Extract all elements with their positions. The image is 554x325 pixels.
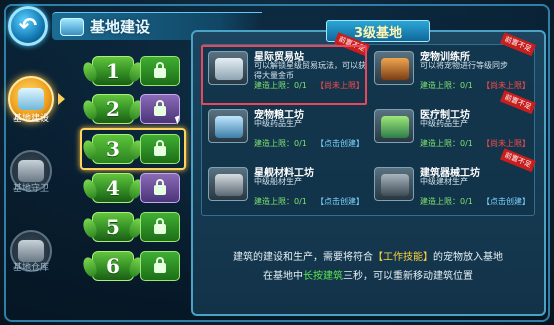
lock-icon (154, 140, 166, 156)
level-badge[interactable]: 5 (92, 212, 134, 242)
lock-icon (154, 100, 166, 116)
building-card-pet-training[interactable]: 宠物训练所 可以将宠物进行等级同步 建造上限：0/1 【尚未上限】 前置不足 (370, 32, 536, 91)
info-text: 的宠物放入基地 (433, 252, 503, 263)
category-base-guard-label: 基地守卫 (12, 184, 49, 194)
info-text: 三秒，可以重新移动建筑位置 (343, 271, 473, 282)
building-card-starship-material[interactable]: 星舰材料工坊 中级船材生产 建造上限：0/1 【点击创建】 (204, 163, 368, 207)
page-title: 基地建设 (90, 18, 151, 36)
building-thumbnail (208, 109, 248, 143)
info-text: 建筑的建设和生产，需要将符合 (233, 252, 373, 263)
info-line-1: 建筑的建设和生产，需要将符合【工作技能】的宠物放入基地 (233, 248, 503, 263)
category-base-storage-label: 基地仓库 (12, 263, 49, 273)
level-row-4[interactable]: 4 (80, 173, 186, 203)
level-badge[interactable]: 1 (92, 56, 134, 86)
build-limit: 建造上限：0/1 (420, 139, 473, 148)
info-keyword: 【工作技能】 (373, 252, 433, 263)
base-building-icon (18, 88, 44, 110)
building-card-pet-food[interactable]: 宠物粮工坊 中级药品生产 建造上限：0/1 【点击创建】 (204, 105, 368, 149)
building-thumbnail (374, 109, 414, 143)
level-badge[interactable]: 4 (92, 173, 134, 203)
lock-icon (154, 62, 166, 78)
lock-icon (154, 218, 166, 234)
highlight-annotation-box (201, 45, 367, 105)
lock-icon (154, 179, 166, 195)
build-action[interactable]: 【点击创建】 (316, 196, 364, 207)
active-indicator-arrow (58, 93, 65, 105)
level-row-5[interactable]: 5 (80, 212, 186, 242)
lock-button[interactable] (140, 251, 180, 281)
lock-button[interactable] (140, 212, 180, 242)
lock-button[interactable] (140, 56, 180, 86)
building-desc: 中级船材生产 (254, 177, 302, 186)
build-action[interactable]: 【尚未上限】 (482, 80, 530, 91)
level-row-6[interactable]: 6 (80, 251, 186, 281)
building-desc: 中级药品生产 (254, 119, 302, 128)
build-action[interactable]: 【点击创建】 (316, 138, 364, 149)
build-limit: 建造上限：0/1 (254, 197, 307, 206)
build-limit: 建造上限：0/1 (254, 139, 307, 148)
level-row-1[interactable]: 1 (80, 56, 186, 86)
back-arrow-icon[interactable]: ↶ (8, 6, 48, 46)
building-thumbnail (208, 167, 248, 201)
build-action[interactable]: 【尚未上限】 (482, 138, 530, 149)
base-building-icon (60, 17, 84, 36)
level-row-3[interactable]: 3 (80, 128, 186, 170)
level-badge[interactable]: 2 (92, 94, 134, 124)
building-desc: 可以将宠物进行等级同步 (420, 61, 508, 70)
building-desc: 中级药品生产 (420, 119, 468, 128)
lock-button[interactable] (140, 134, 180, 164)
guard-robot-icon (18, 160, 44, 182)
info-text: 在基地中 (263, 271, 303, 282)
prerequisite-ribbon: 前置不足 (499, 90, 536, 115)
building-desc: 中级建材生产 (420, 177, 468, 186)
info-keyword: 长按建筑 (303, 271, 343, 282)
level-badge[interactable]: 3 (92, 134, 134, 164)
building-thumbnail (374, 167, 414, 201)
level-row-2[interactable]: 2 (80, 94, 186, 124)
info-line-2: 在基地中长按建筑三秒，可以重新移动建筑位置 (263, 267, 473, 282)
building-card-construction-equipment[interactable]: 建筑器械工坊 中级建材生产 建造上限：0/1 【点击创建】 前置不足 (370, 148, 536, 207)
category-base-building-label: 基地建设 (12, 114, 49, 124)
info-text-area: 建筑的建设和生产，需要将符合【工作技能】的宠物放入基地 在基地中长按建筑三秒，可… (201, 222, 535, 308)
lock-button[interactable] (140, 173, 180, 203)
build-limit: 建造上限：0/1 (420, 81, 473, 90)
level-badge[interactable]: 6 (92, 251, 134, 281)
building-card-medical[interactable]: 医疗制工坊 中级药品生产 建造上限：0/1 【尚未上限】 前置不足 (370, 90, 536, 149)
lock-button[interactable] (140, 94, 180, 124)
building-thumbnail (374, 51, 414, 85)
storage-box-icon (18, 240, 44, 262)
lock-icon (154, 257, 166, 273)
build-action[interactable]: 【点击创建】 (482, 196, 530, 207)
build-limit: 建造上限：0/1 (420, 197, 473, 206)
prerequisite-ribbon: 前置不足 (499, 148, 536, 173)
